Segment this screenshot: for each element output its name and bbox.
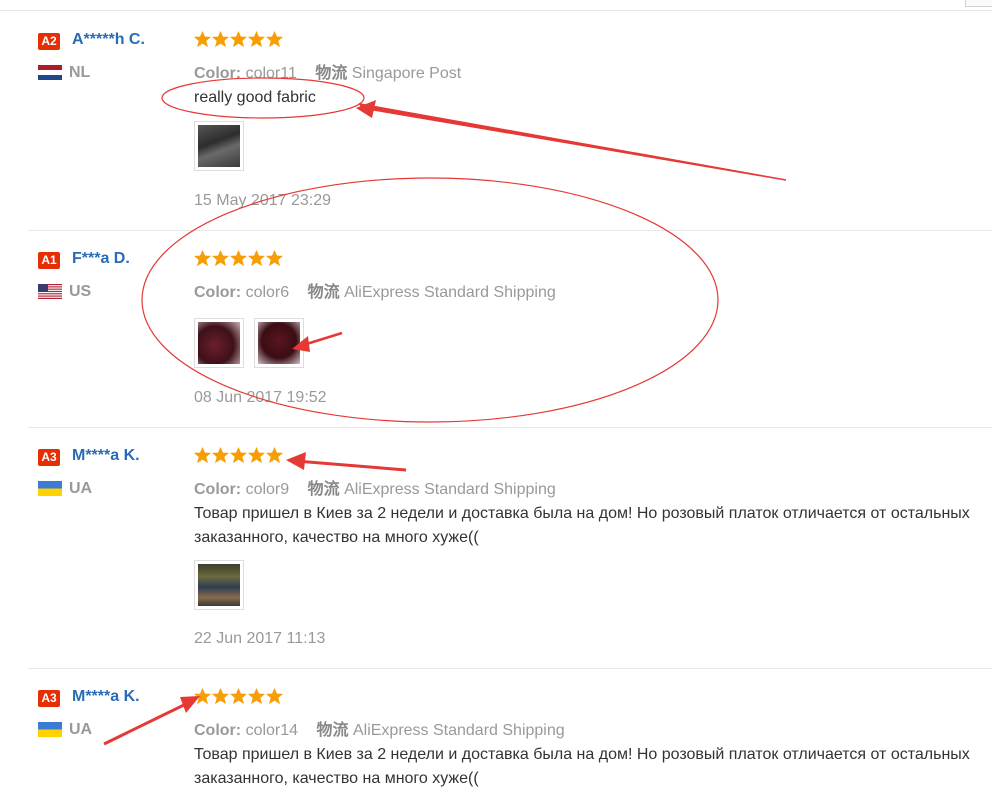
color-label: Color: — [194, 481, 242, 498]
star-rating — [193, 687, 284, 707]
star-icon — [265, 249, 284, 267]
annotation-arrow — [358, 102, 787, 181]
review-photo[interactable] — [194, 318, 244, 368]
buyer-country: NL — [69, 64, 91, 81]
star-icon — [211, 687, 230, 705]
color-value: color9 — [245, 481, 290, 498]
feedback-text: Товар пришел в Киев за 2 недели и достав… — [194, 746, 970, 763]
shipping-label: 物流 — [315, 65, 348, 82]
color-label: Color: — [194, 65, 242, 82]
star-rating — [193, 446, 284, 466]
color-label: Color: — [194, 722, 242, 739]
order-info: Color: color14 物流 AliExpress Standard Sh… — [194, 716, 565, 740]
star-icon — [247, 446, 266, 464]
flag-ukraine-icon — [38, 722, 62, 737]
feedback-text: really good fabric — [194, 89, 316, 106]
top-divider — [0, 10, 992, 11]
star-icon — [193, 30, 212, 48]
star-icon — [229, 249, 248, 267]
color-label: Color: — [194, 284, 242, 301]
star-icon — [265, 30, 284, 48]
color-value: color14 — [245, 722, 299, 739]
buyer-name[interactable]: A*****h C. — [72, 31, 145, 49]
star-rating — [193, 249, 284, 269]
shipping-value: AliExpress Standard Shipping — [344, 284, 556, 301]
review-divider — [28, 427, 992, 428]
order-info: Color: color6 物流 AliExpress Standard Shi… — [194, 278, 556, 302]
annotation-arrow — [299, 331, 343, 348]
star-icon — [265, 446, 284, 464]
star-rating — [193, 30, 284, 50]
shipping-label: 物流 — [307, 284, 340, 301]
review-date: 15 May 2017 23:29 — [194, 192, 331, 209]
flag-ukraine-icon — [38, 481, 62, 496]
order-info: Color: color11 物流 Singapore Post — [194, 59, 461, 83]
buyer-level-badge: A2 — [38, 33, 60, 50]
review-divider — [28, 230, 992, 231]
star-icon — [247, 687, 266, 705]
star-icon — [247, 249, 266, 267]
buyer-name[interactable]: M****a K. — [72, 447, 140, 465]
annotation-arrow — [103, 700, 191, 746]
corner-tab[interactable] — [965, 0, 992, 7]
flag-usa-icon — [38, 284, 62, 299]
buyer-level-badge: A3 — [38, 690, 60, 707]
star-icon — [193, 249, 212, 267]
color-value: color6 — [245, 284, 290, 301]
review-date: 08 Jun 2017 19:52 — [194, 389, 327, 406]
buyer-country: UA — [69, 480, 93, 497]
star-icon — [193, 687, 212, 705]
review-photo[interactable] — [194, 560, 244, 610]
shipping-value: AliExpress Standard Shipping — [352, 722, 565, 739]
shipping-value: AliExpress Standard Shipping — [344, 481, 556, 498]
star-icon — [229, 687, 248, 705]
flag-netherlands-icon — [38, 65, 62, 80]
annotation-arrow-head — [286, 452, 306, 470]
buyer-country: US — [69, 283, 92, 300]
shipping-value: Singapore Post — [351, 65, 462, 82]
star-icon — [229, 30, 248, 48]
feedback-text: Товар пришел в Киев за 2 недели и достав… — [194, 505, 970, 522]
star-icon — [229, 446, 248, 464]
annotation-arrow — [295, 459, 407, 472]
star-icon — [211, 446, 230, 464]
shipping-label: 物流 — [316, 722, 349, 739]
buyer-level-badge: A1 — [38, 252, 60, 269]
star-icon — [247, 30, 266, 48]
feedback-text-line2: заказанного, качество на много хуже(( — [194, 529, 479, 546]
color-value: color11 — [245, 65, 297, 82]
buyer-country: UA — [69, 721, 93, 738]
order-info: Color: color9 物流 AliExpress Standard Shi… — [194, 475, 556, 499]
star-icon — [211, 30, 230, 48]
star-icon — [193, 446, 212, 464]
shipping-label: 物流 — [307, 481, 340, 498]
review-date: 22 Jun 2017 11:13 — [194, 630, 326, 647]
annotation-arrow-head — [356, 100, 376, 118]
star-icon — [265, 687, 284, 705]
buyer-name[interactable]: F***a D. — [72, 250, 130, 268]
buyer-name[interactable]: M****a K. — [72, 688, 140, 706]
review-photo[interactable] — [194, 121, 244, 171]
feedback-text-line2: заказанного, качество на много хуже(( — [194, 770, 479, 787]
buyer-level-badge: A3 — [38, 449, 60, 466]
review-photo[interactable] — [254, 318, 304, 368]
star-icon — [211, 249, 230, 267]
review-divider — [28, 668, 992, 669]
